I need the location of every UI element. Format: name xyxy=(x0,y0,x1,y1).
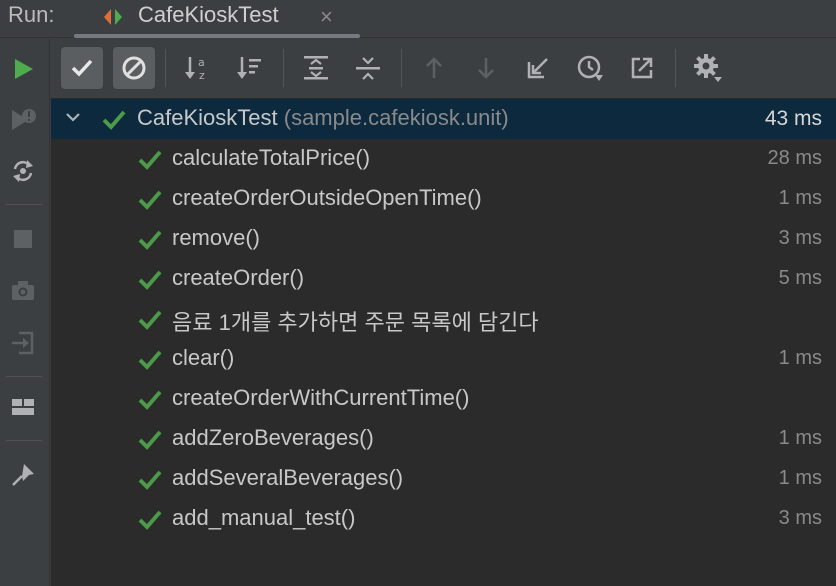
settings-icon[interactable] xyxy=(687,47,729,89)
test-passed-icon xyxy=(137,389,163,416)
rerun-failed-icon[interactable] xyxy=(5,102,41,138)
test-row[interactable]: clear() 1 ms xyxy=(51,339,836,379)
test-toolbar: a z xyxy=(51,39,836,97)
test-duration: 28 ms xyxy=(767,147,822,169)
svg-text:a: a xyxy=(198,56,205,69)
tree-root-row[interactable]: CafeKioskTest (sample.cafekiosk.unit) 43… xyxy=(51,99,836,139)
test-passed-icon xyxy=(137,309,163,336)
test-row[interactable]: createOrder() 5 ms xyxy=(51,259,836,299)
test-row[interactable]: createOrderOutsideOpenTime() 1 ms xyxy=(51,179,836,219)
test-package-name: (sample.cafekiosk.unit) xyxy=(283,105,509,130)
pin-icon[interactable] xyxy=(5,457,41,493)
test-duration: 43 ms xyxy=(764,107,822,130)
test-duration: 5 ms xyxy=(778,267,822,289)
test-passed-icon xyxy=(137,429,163,456)
run-label: Run: xyxy=(8,2,55,27)
test-duration: 1 ms xyxy=(778,187,822,209)
test-passed-icon xyxy=(137,509,163,536)
run-tab-title: CafeKioskTest xyxy=(138,2,279,27)
test-name: add_manual_test() xyxy=(172,505,356,530)
expand-all-icon[interactable] xyxy=(295,47,337,89)
test-passed-icon xyxy=(137,189,163,216)
test-name: remove() xyxy=(172,225,261,250)
toolbar-separator xyxy=(165,49,166,87)
test-row[interactable]: remove() 3 ms xyxy=(51,219,836,259)
show-passed-icon[interactable] xyxy=(61,47,103,89)
test-results-tree: CafeKioskTest (sample.cafekiosk.unit) 43… xyxy=(51,98,836,586)
export-icon[interactable] xyxy=(5,325,41,361)
test-passed-icon xyxy=(137,229,163,256)
previous-failed-icon[interactable] xyxy=(413,47,455,89)
test-row[interactable]: addZeroBeverages() 1 ms xyxy=(51,419,836,459)
test-row[interactable]: addSeveralBeverages() 1 ms xyxy=(51,459,836,499)
test-passed-icon xyxy=(137,149,163,176)
test-row[interactable]: createOrderWithCurrentTime() xyxy=(51,379,836,419)
test-duration: 1 ms xyxy=(778,427,822,449)
test-duration: 1 ms xyxy=(778,347,822,369)
toolbar-separator xyxy=(675,49,676,87)
test-row[interactable]: add_manual_test() 3 ms xyxy=(51,499,836,539)
close-icon[interactable]: × xyxy=(320,4,333,30)
run-tool-window: Run: CafeKioskTest × a z CafeKioskTest (… xyxy=(0,0,836,586)
test-name: clear() xyxy=(172,345,235,370)
test-name: 음료 1개를 추가하면 주문 목록에 담긴다 xyxy=(172,310,539,335)
test-passed-icon xyxy=(137,269,163,296)
next-failed-icon[interactable] xyxy=(465,47,507,89)
export-results-icon[interactable] xyxy=(621,47,663,89)
test-class-name: CafeKioskTest xyxy=(137,105,278,130)
test-row[interactable]: calculateTotalPrice() 28 ms xyxy=(51,139,836,179)
test-duration: 3 ms xyxy=(778,227,822,249)
test-name: createOrderWithCurrentTime() xyxy=(172,385,470,410)
toggle-auto-test-icon[interactable] xyxy=(5,153,41,189)
test-name: calculateTotalPrice() xyxy=(172,145,371,170)
test-name: addSeveralBeverages() xyxy=(172,465,404,490)
rerun-icon[interactable] xyxy=(5,51,41,87)
sort-alpha-icon[interactable]: a z xyxy=(177,47,219,89)
show-ignored-icon[interactable] xyxy=(113,47,155,89)
collapse-all-icon[interactable] xyxy=(347,47,389,89)
toolbar-separator xyxy=(401,49,402,87)
tree-root-label: CafeKioskTest (sample.cafekiosk.unit) xyxy=(137,105,509,131)
tab-selected-indicator xyxy=(74,34,360,38)
test-history-icon[interactable] xyxy=(569,47,611,89)
screenshot-icon[interactable] xyxy=(5,273,41,309)
import-tests-icon[interactable] xyxy=(517,47,559,89)
toolbar-separator xyxy=(283,49,284,87)
test-passed-icon xyxy=(101,109,127,136)
test-name: createOrder() xyxy=(172,265,305,290)
test-duration: 1 ms xyxy=(778,467,822,489)
test-duration: 3 ms xyxy=(778,507,822,529)
svg-text:z: z xyxy=(199,69,205,82)
sort-duration-icon[interactable] xyxy=(229,47,271,89)
toolbar-separator xyxy=(6,204,42,205)
toolbar-separator xyxy=(6,376,42,377)
test-config-icon xyxy=(100,4,126,35)
chevron-down-icon[interactable] xyxy=(63,107,83,132)
run-tab-cafekiosktest[interactable]: CafeKioskTest × xyxy=(74,0,360,38)
test-passed-icon xyxy=(137,469,163,496)
test-name: createOrderOutsideOpenTime() xyxy=(172,185,482,210)
stop-icon[interactable] xyxy=(5,221,41,257)
toolbar-separator xyxy=(6,440,42,441)
run-header: Run: CafeKioskTest × xyxy=(0,0,836,38)
test-row[interactable]: 음료 1개를 추가하면 주문 목록에 담긴다 xyxy=(51,299,836,339)
test-name: addZeroBeverages() xyxy=(172,425,374,450)
left-toolbar xyxy=(0,39,50,586)
layout-icon[interactable] xyxy=(5,389,41,425)
test-passed-icon xyxy=(137,349,163,376)
